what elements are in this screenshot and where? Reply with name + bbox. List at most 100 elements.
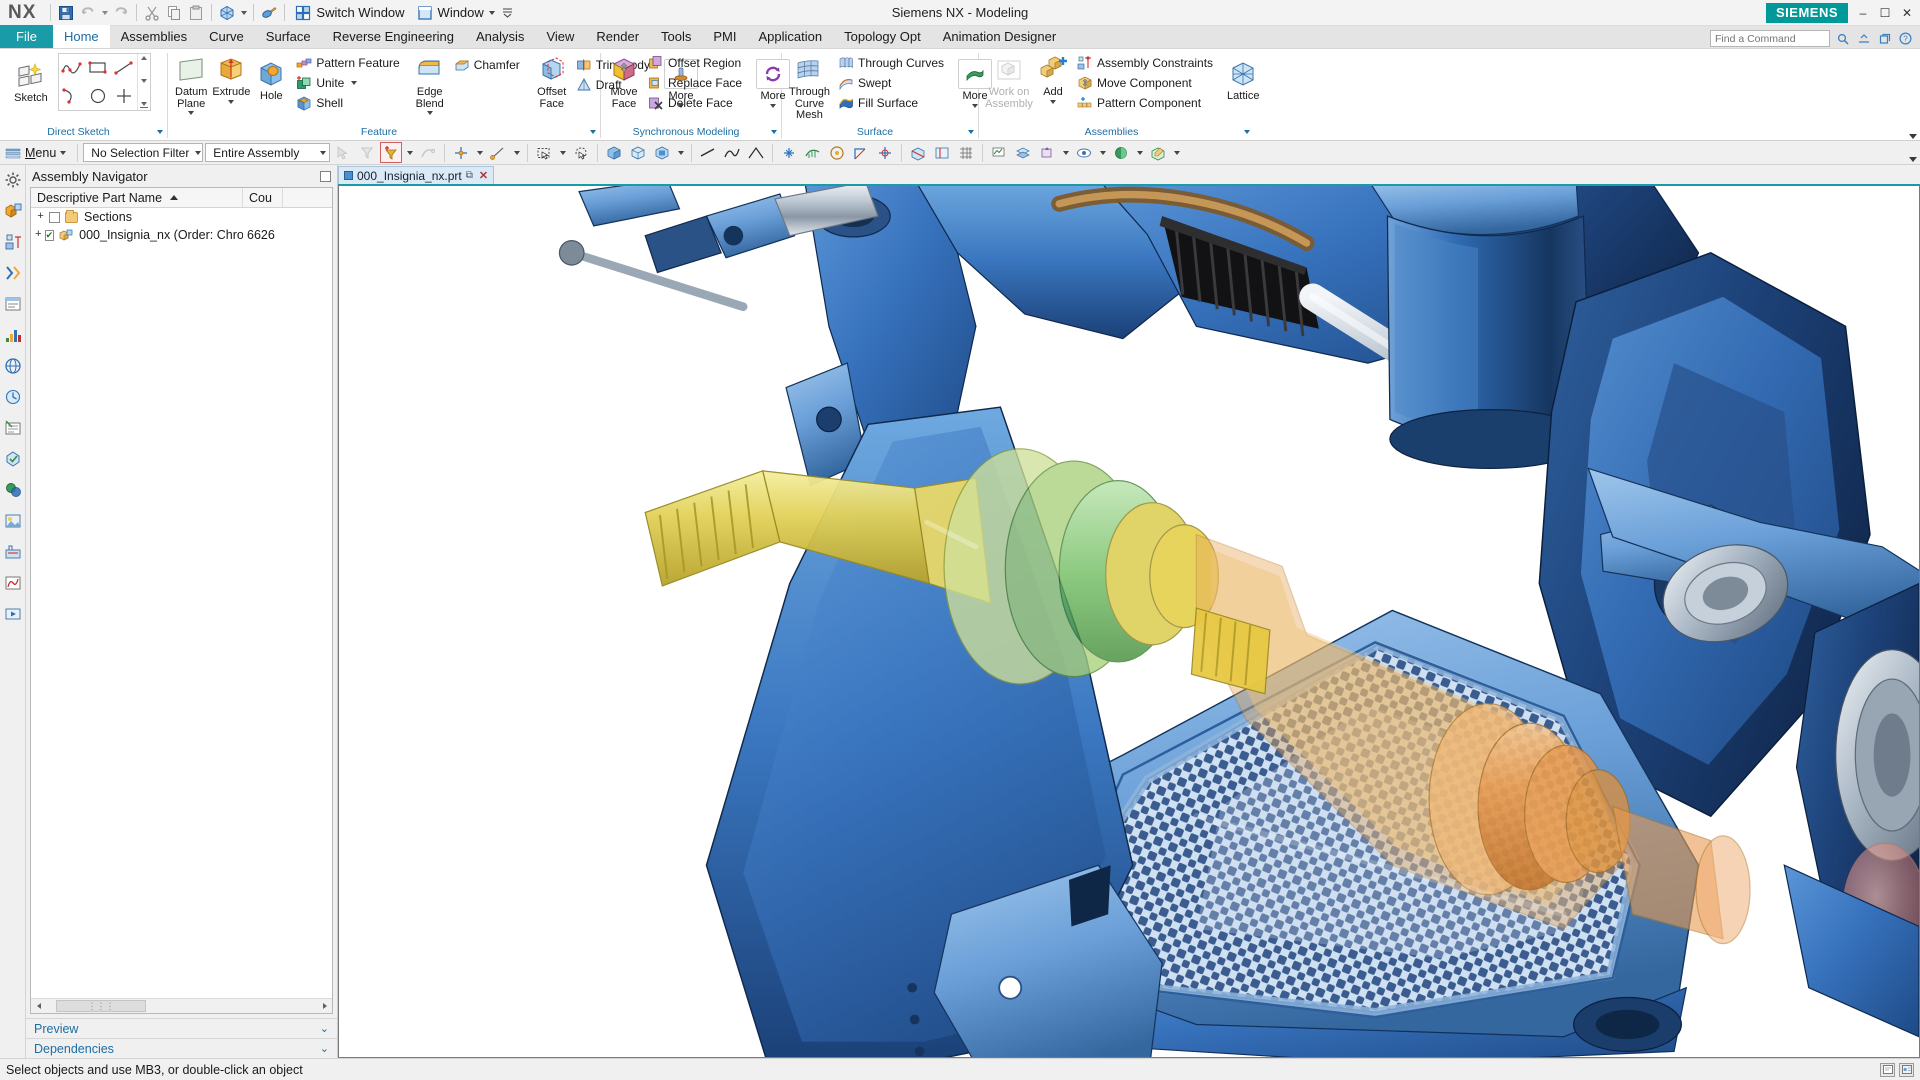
- studio-view-dropdown-icon[interactable]: [675, 142, 686, 163]
- row-checkbox[interactable]: [49, 211, 60, 223]
- license-icon[interactable]: [1899, 1062, 1914, 1077]
- chevron-down-icon[interactable]: [188, 111, 195, 115]
- topology-opt-icon[interactable]: [2, 572, 24, 594]
- chevron-down-icon[interactable]: [972, 103, 979, 108]
- redo-icon[interactable]: [110, 2, 132, 24]
- group-label-feature[interactable]: Feature: [170, 126, 598, 140]
- chevron-down-icon[interactable]: ⌄: [320, 1022, 329, 1035]
- wireframe-view-icon[interactable]: [627, 142, 649, 163]
- group-dialog-launcher-icon[interactable]: [771, 130, 777, 134]
- selection-filter-dropdown-icon[interactable]: [404, 142, 415, 163]
- scroll-up-icon[interactable]: [141, 56, 147, 60]
- column-descriptive-part-name[interactable]: Descriptive Part Name: [31, 188, 243, 207]
- through-curves-button[interactable]: Through Curves: [835, 53, 949, 72]
- system-materials-icon[interactable]: [2, 479, 24, 501]
- chevron-down-icon[interactable]: [770, 103, 777, 108]
- unite-button[interactable]: Unite: [293, 73, 404, 92]
- grid-icon[interactable]: [955, 142, 977, 163]
- search-input[interactable]: [1710, 30, 1830, 47]
- extrude-button[interactable]: Extrude: [210, 52, 252, 107]
- chevron-down-icon[interactable]: [228, 99, 235, 104]
- move-object-dropdown-icon[interactable]: [1060, 142, 1071, 163]
- group-label-direct-sketch[interactable]: Direct Sketch: [2, 126, 165, 140]
- tab-home[interactable]: Home: [52, 25, 110, 48]
- layer-settings-icon[interactable]: [1012, 142, 1034, 163]
- tab-tools[interactable]: Tools: [650, 25, 702, 48]
- help-icon[interactable]: ?: [1897, 30, 1914, 47]
- orient-view-icon[interactable]: [216, 2, 238, 24]
- table-row[interactable]: + Sections: [31, 208, 332, 226]
- tab-animation-designer[interactable]: Animation Designer: [932, 25, 1067, 48]
- scroll-thumb[interactable]: ⋮⋮⋮: [56, 1000, 146, 1012]
- lattice-button[interactable]: Lattice: [1225, 56, 1261, 106]
- search-icon[interactable]: [1834, 30, 1851, 47]
- hd3d-tools-icon[interactable]: [2, 324, 24, 346]
- table-row[interactable]: + 000_Insignia_nx (Order: Chronolog... 6…: [31, 226, 332, 244]
- menu-button[interactable]: Menu: [2, 143, 72, 163]
- group-label-assemblies[interactable]: Assemblies: [981, 126, 1252, 140]
- curve-analysis-icon[interactable]: [802, 142, 824, 163]
- group-dialog-launcher-icon[interactable]: [1244, 130, 1250, 134]
- pattern-component-button[interactable]: Pattern Component: [1074, 93, 1218, 112]
- qat-overflow-icon[interactable]: [501, 2, 515, 24]
- point-constructor-dropdown-icon[interactable]: [474, 142, 485, 163]
- face-filter-icon[interactable]: [356, 142, 378, 163]
- scroll-track[interactable]: ⋮⋮⋮: [46, 999, 317, 1013]
- minimize-button[interactable]: –: [1852, 2, 1874, 24]
- info-window-icon[interactable]: [1880, 1062, 1895, 1077]
- expander-icon[interactable]: +: [35, 211, 46, 223]
- show-hide-dropdown-icon[interactable]: [1097, 142, 1108, 163]
- chevron-down-icon[interactable]: [1050, 99, 1056, 104]
- circle-tool[interactable]: [85, 82, 111, 110]
- edge-blend-button[interactable]: Edge Blend: [412, 52, 448, 118]
- web-browser-icon[interactable]: [2, 355, 24, 377]
- group-dialog-launcher-icon[interactable]: [590, 130, 596, 134]
- chevron-down-icon[interactable]: ⌄: [320, 1042, 329, 1055]
- move-component-button[interactable]: Move Component: [1074, 73, 1218, 92]
- expander-icon[interactable]: +: [35, 229, 42, 241]
- window-menu-button[interactable]: Window: [411, 2, 501, 24]
- studio-view-icon[interactable]: [651, 142, 673, 163]
- line-tool[interactable]: [111, 54, 137, 82]
- scroll-right-icon[interactable]: [317, 999, 332, 1013]
- clip-icon[interactable]: [931, 142, 953, 163]
- color-icon[interactable]: [1110, 142, 1132, 163]
- through-curve-mesh-button[interactable]: Through Curve Mesh: [787, 52, 832, 125]
- replace-face-button[interactable]: Replace Face: [645, 73, 747, 92]
- group-label-synchronous-modeling[interactable]: Synchronous Modeling: [603, 126, 779, 140]
- snap-point-dropdown-icon[interactable]: [511, 142, 522, 163]
- group-dialog-launcher-icon[interactable]: [968, 130, 974, 134]
- point-constructor-icon[interactable]: [450, 142, 472, 163]
- curve-filter-icon[interactable]: [417, 142, 439, 163]
- animation-designer-icon[interactable]: [2, 603, 24, 625]
- undo-dropdown-icon[interactable]: [99, 2, 110, 24]
- close-button[interactable]: ✕: [1896, 2, 1918, 24]
- point-display-icon[interactable]: [778, 142, 800, 163]
- line-style-icon[interactable]: [697, 142, 719, 163]
- group-dialog-launcher-icon[interactable]: [157, 130, 163, 134]
- add-component-button[interactable]: Add: [1035, 52, 1071, 107]
- offset-region-button[interactable]: Offset Region: [645, 53, 747, 72]
- arc-tool[interactable]: [59, 82, 85, 110]
- system-settings-icon[interactable]: [2, 169, 24, 191]
- ribbon-overflow-icon[interactable]: [1909, 134, 1917, 139]
- color-dropdown-icon[interactable]: [1134, 142, 1145, 163]
- render-style-icon[interactable]: [258, 2, 280, 24]
- show-hide-icon[interactable]: [1073, 142, 1095, 163]
- chamfer-button[interactable]: Chamfer: [451, 55, 525, 74]
- tab-curve[interactable]: Curve: [198, 25, 255, 48]
- snap-point-icon[interactable]: [487, 142, 509, 163]
- process-studio-icon[interactable]: [2, 386, 24, 408]
- minimize-ribbon-icon[interactable]: [1855, 30, 1872, 47]
- group-label-surface[interactable]: Surface: [784, 126, 976, 140]
- row-checkbox[interactable]: [44, 229, 55, 241]
- window-restore-icon[interactable]: [1876, 30, 1893, 47]
- layer-visible-icon[interactable]: [988, 142, 1010, 163]
- tab-assemblies[interactable]: Assemblies: [110, 25, 198, 48]
- section-dependencies[interactable]: Dependencies ⌄: [26, 1038, 337, 1058]
- fill-surface-button[interactable]: Fill Surface: [835, 93, 949, 112]
- selection-bar-overflow-icon[interactable]: [1909, 157, 1917, 162]
- rectangle-tool[interactable]: [85, 54, 111, 82]
- select-general-icon[interactable]: [332, 142, 354, 163]
- pin-tab-icon[interactable]: ⧉: [466, 170, 473, 181]
